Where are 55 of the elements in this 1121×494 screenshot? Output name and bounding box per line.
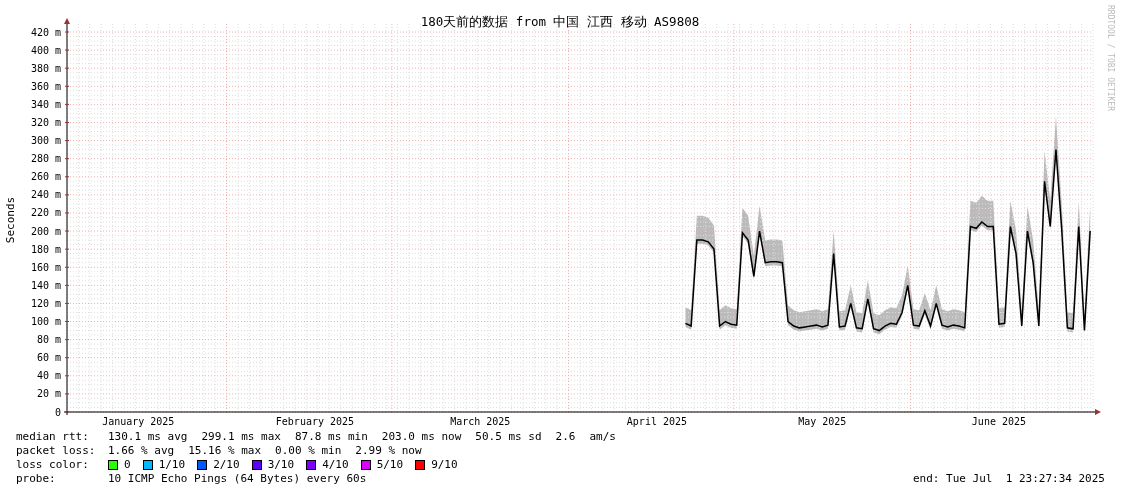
legend-text: 3/10 xyxy=(267,458,295,472)
stat-value: 203.0 ms now xyxy=(381,430,462,444)
tick-label: 40 m xyxy=(36,370,61,382)
legend-text: 9/10 xyxy=(431,458,458,472)
tick-label: 80 m xyxy=(36,334,61,346)
tick-label: February 2025 xyxy=(275,416,355,427)
probe-text: 10 ICMP Echo Pings (64 Bytes) every 60s xyxy=(108,472,368,486)
legend-text: 1/10 xyxy=(158,458,186,472)
legend-text: 0 xyxy=(124,458,131,472)
tick-label: 100 m xyxy=(30,316,61,327)
tick-label: June 2025 xyxy=(971,416,1027,427)
chart-title: 180天前的数据 from 中国 江西 移动 AS9808 xyxy=(420,14,700,29)
tick-label: 0 xyxy=(54,406,61,418)
stat-value: 1.66 % avg xyxy=(108,444,175,458)
tick-label: 380 m xyxy=(30,62,61,74)
tick-label: 240 m xyxy=(30,189,61,201)
legend-text: 2/10 xyxy=(213,458,240,472)
tick-label: 420 m xyxy=(30,26,61,38)
end-time: end: Tue Jul 1 23:27:34 2025 xyxy=(912,472,1105,486)
tick-label: 20 m xyxy=(36,388,61,400)
tick-label: 120 m xyxy=(30,297,61,309)
tick-label: 160 m xyxy=(30,261,61,273)
credit-text: RRDTOOL / TOBI OETIKER xyxy=(1106,5,1115,111)
stat-label: median rtt: xyxy=(16,430,90,444)
tick-label: April 2025 xyxy=(626,416,688,427)
stat-value: 299.1 ms max xyxy=(201,430,281,444)
tick-label: May 2025 xyxy=(798,416,847,427)
legend-text: 5/10 xyxy=(376,458,404,472)
tick-label: 300 m xyxy=(30,135,61,147)
tick-label: 220 m xyxy=(30,207,61,219)
legend-label: loss color: xyxy=(16,458,90,472)
tick-label: 280 m xyxy=(30,153,61,165)
probe-label: probe: xyxy=(16,472,57,486)
stat-value: 2.6 xyxy=(555,430,576,444)
stat-value: 130.1 ms avg xyxy=(108,430,188,444)
stat-value: 50.5 ms sd xyxy=(475,430,542,444)
tick-label: 140 m xyxy=(30,279,61,291)
stat-value: 2.99 % now xyxy=(355,444,422,458)
stat-value: am/s xyxy=(589,430,616,444)
tick-label: 340 m xyxy=(30,98,61,110)
tick-label: January 2025 xyxy=(102,416,175,427)
stat-label: packet loss: xyxy=(16,444,97,458)
tick-label: 200 m xyxy=(30,225,61,237)
tick-label: 60 m xyxy=(36,352,61,364)
legend-text: 4/10 xyxy=(322,458,349,472)
tick-label: 320 m xyxy=(30,117,61,128)
tick-label: 400 m xyxy=(30,44,61,56)
tick-label: 360 m xyxy=(30,80,61,92)
tick-label: March 2025 xyxy=(450,416,511,427)
tick-label: 260 m xyxy=(30,171,61,183)
stat-value: 0.00 % min xyxy=(275,444,342,458)
stat-value: 15.16 % max xyxy=(188,444,262,458)
tick-label: 180 m xyxy=(30,243,61,255)
axis-title: Seconds xyxy=(4,196,17,244)
stat-value: 87.8 ms min xyxy=(294,430,368,444)
